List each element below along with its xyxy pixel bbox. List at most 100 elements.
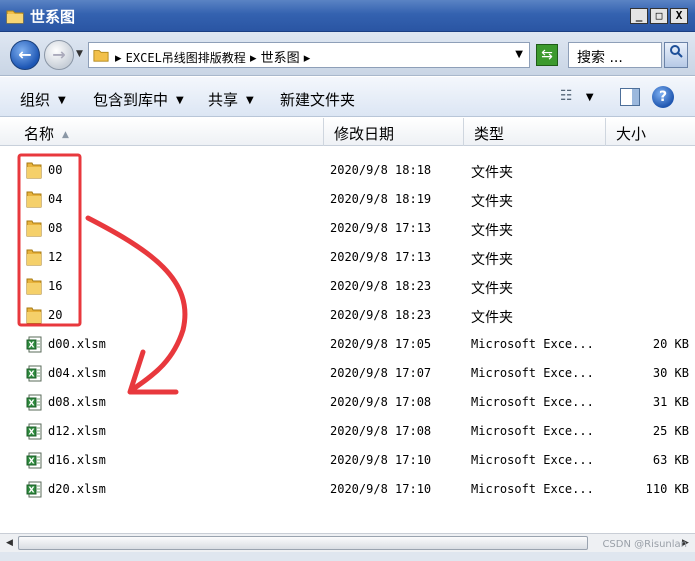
- file-date: 2020/9/8 17:13: [330, 221, 432, 235]
- file-row[interactable]: Xd12.xlsm 2020/9/8 17:08 Microsoft Exce...…: [0, 417, 695, 446]
- scroll-left-icon[interactable]: ◀: [2, 536, 17, 550]
- svg-text:X: X: [28, 399, 35, 408]
- svg-text:X: X: [28, 370, 35, 379]
- maximize-button[interactable]: □: [650, 8, 668, 24]
- back-button[interactable]: ←: [10, 40, 40, 70]
- folder-icon: [26, 307, 42, 328]
- minimize-button[interactable]: _: [630, 8, 648, 24]
- folder-icon: [26, 191, 42, 212]
- file-name: 00: [48, 163, 63, 177]
- file-row[interactable]: 20 2020/9/8 18:23 文件夹: [0, 301, 695, 330]
- file-row[interactable]: Xd16.xlsm 2020/9/8 17:10 Microsoft Exce...…: [0, 446, 695, 475]
- scroll-thumb[interactable]: [18, 536, 588, 550]
- breadcrumb-item[interactable]: EXCEL吊线图排版教程: [126, 51, 246, 65]
- excel-file-icon: X: [26, 365, 42, 386]
- chevron-down-icon: ▼: [585, 92, 594, 103]
- view-list-icon: ☷: [560, 88, 573, 104]
- file-date: 2020/9/8 17:07: [330, 366, 432, 380]
- sort-arrow-icon: ▲: [62, 130, 69, 140]
- view-options-button[interactable]: ☷ ▼: [560, 88, 594, 104]
- include-in-library-button[interactable]: 包含到库中 ▼: [93, 89, 184, 110]
- file-name: 08: [48, 221, 63, 235]
- forward-arrow-icon: →: [52, 45, 66, 64]
- file-row[interactable]: Xd00.xlsm 2020/9/8 17:05 Microsoft Exce...…: [0, 330, 695, 359]
- refresh-icon: ⇆: [541, 47, 553, 63]
- file-size: 20 KB: [652, 337, 689, 351]
- excel-file-icon: X: [26, 452, 42, 473]
- refresh-button[interactable]: ⇆: [536, 44, 558, 66]
- file-type: 文件夹: [471, 310, 513, 326]
- chevron-down-icon: ▼: [58, 95, 66, 106]
- file-row[interactable]: 16 2020/9/8 18:23 文件夹: [0, 272, 695, 301]
- file-name: d16.xlsm: [48, 453, 106, 467]
- file-date: 2020/9/8 17:10: [330, 482, 432, 496]
- file-list: 00 2020/9/8 18:18 文件夹 04 2020/9/8 18:19 文件夹 08…: [0, 147, 695, 533]
- excel-file-icon: X: [26, 481, 42, 502]
- chevron-down-icon: ▼: [246, 95, 254, 106]
- file-row[interactable]: 00 2020/9/8 18:18 文件夹: [0, 156, 695, 185]
- close-button[interactable]: X: [670, 8, 688, 24]
- file-size: 110 KB: [645, 482, 689, 496]
- search-icon: [670, 45, 683, 58]
- new-folder-button[interactable]: 新建文件夹: [280, 89, 355, 110]
- breadcrumb-separator: ▸: [303, 51, 311, 66]
- file-type: 文件夹: [471, 252, 513, 268]
- back-arrow-icon: ←: [18, 45, 32, 64]
- share-label: 共享: [208, 91, 239, 109]
- file-date: 2020/9/8 17:05: [330, 337, 432, 351]
- file-name: 16: [48, 279, 63, 293]
- column-name-label: 名称: [24, 125, 55, 143]
- file-row[interactable]: 08 2020/9/8 17:13 文件夹: [0, 214, 695, 243]
- share-button[interactable]: 共享 ▼: [208, 89, 254, 110]
- folder-icon: [26, 220, 42, 241]
- help-icon[interactable]: ?: [652, 86, 674, 108]
- search-button[interactable]: [664, 42, 688, 68]
- file-date: 2020/9/8 18:23: [330, 308, 432, 322]
- search-input[interactable]: 搜索 ...: [568, 42, 662, 68]
- file-date: 2020/9/8 17:13: [330, 250, 432, 264]
- file-type: Microsoft Exce...: [471, 337, 594, 351]
- folder-icon: [26, 162, 42, 183]
- recent-pages-dropdown-icon[interactable]: ▼: [76, 49, 83, 59]
- column-header: 名称 ▲ 修改日期 类型 大小: [0, 118, 695, 146]
- file-row[interactable]: 12 2020/9/8 17:13 文件夹: [0, 243, 695, 272]
- file-type: Microsoft Exce...: [471, 395, 594, 409]
- file-type: Microsoft Exce...: [471, 453, 594, 467]
- excel-file-icon: X: [26, 336, 42, 357]
- column-size[interactable]: 大小: [606, 118, 695, 146]
- file-date: 2020/9/8 18:23: [330, 279, 432, 293]
- address-dropdown-icon[interactable]: ▼: [515, 49, 523, 60]
- file-row[interactable]: Xd20.xlsm 2020/9/8 17:10 Microsoft Exce...…: [0, 475, 695, 504]
- column-type[interactable]: 类型: [464, 118, 606, 146]
- column-date[interactable]: 修改日期: [324, 118, 464, 146]
- file-date: 2020/9/8 17:10: [330, 453, 432, 467]
- file-type: 文件夹: [471, 165, 513, 181]
- organize-button[interactable]: 组织 ▼: [20, 89, 66, 110]
- file-row[interactable]: 04 2020/9/8 18:19 文件夹: [0, 185, 695, 214]
- file-row[interactable]: Xd04.xlsm 2020/9/8 17:07 Microsoft Exce...…: [0, 359, 695, 388]
- excel-file-icon: X: [26, 394, 42, 415]
- preview-pane-icon[interactable]: [620, 88, 640, 106]
- file-size: 30 KB: [652, 366, 689, 380]
- file-name: 12: [48, 250, 63, 264]
- file-date: 2020/9/8 17:08: [330, 424, 432, 438]
- horizontal-scrollbar[interactable]: ◀ ▶: [0, 533, 695, 552]
- address-row: ← → ▼ ▸ EXCEL吊线图排版教程 ▸ 世系图 ▸ ▼ ⇆ 搜索 ...: [0, 32, 695, 76]
- include-in-library-label: 包含到库中: [93, 91, 169, 109]
- file-row[interactable]: Xd08.xlsm 2020/9/8 17:08 Microsoft Exce...…: [0, 388, 695, 417]
- column-name[interactable]: 名称 ▲: [14, 118, 324, 146]
- breadcrumb-item[interactable]: 世系图: [261, 51, 300, 66]
- breadcrumb: ▸ EXCEL吊线图排版教程 ▸ 世系图 ▸: [115, 47, 310, 66]
- title-bar: 世系图 _ □ X: [0, 0, 695, 32]
- folder-icon: [26, 278, 42, 299]
- watermark: CSDN @Risunlan: [602, 539, 687, 550]
- address-bar[interactable]: ▸ EXCEL吊线图排版教程 ▸ 世系图 ▸ ▼: [88, 42, 530, 68]
- forward-button[interactable]: →: [44, 40, 74, 70]
- file-date: 2020/9/8 18:18: [330, 163, 432, 177]
- file-name: d12.xlsm: [48, 424, 106, 438]
- svg-text:X: X: [28, 457, 35, 466]
- excel-file-icon: X: [26, 423, 42, 444]
- file-type: Microsoft Exce...: [471, 366, 594, 380]
- file-size: 63 KB: [652, 453, 689, 467]
- file-name: d20.xlsm: [48, 482, 106, 496]
